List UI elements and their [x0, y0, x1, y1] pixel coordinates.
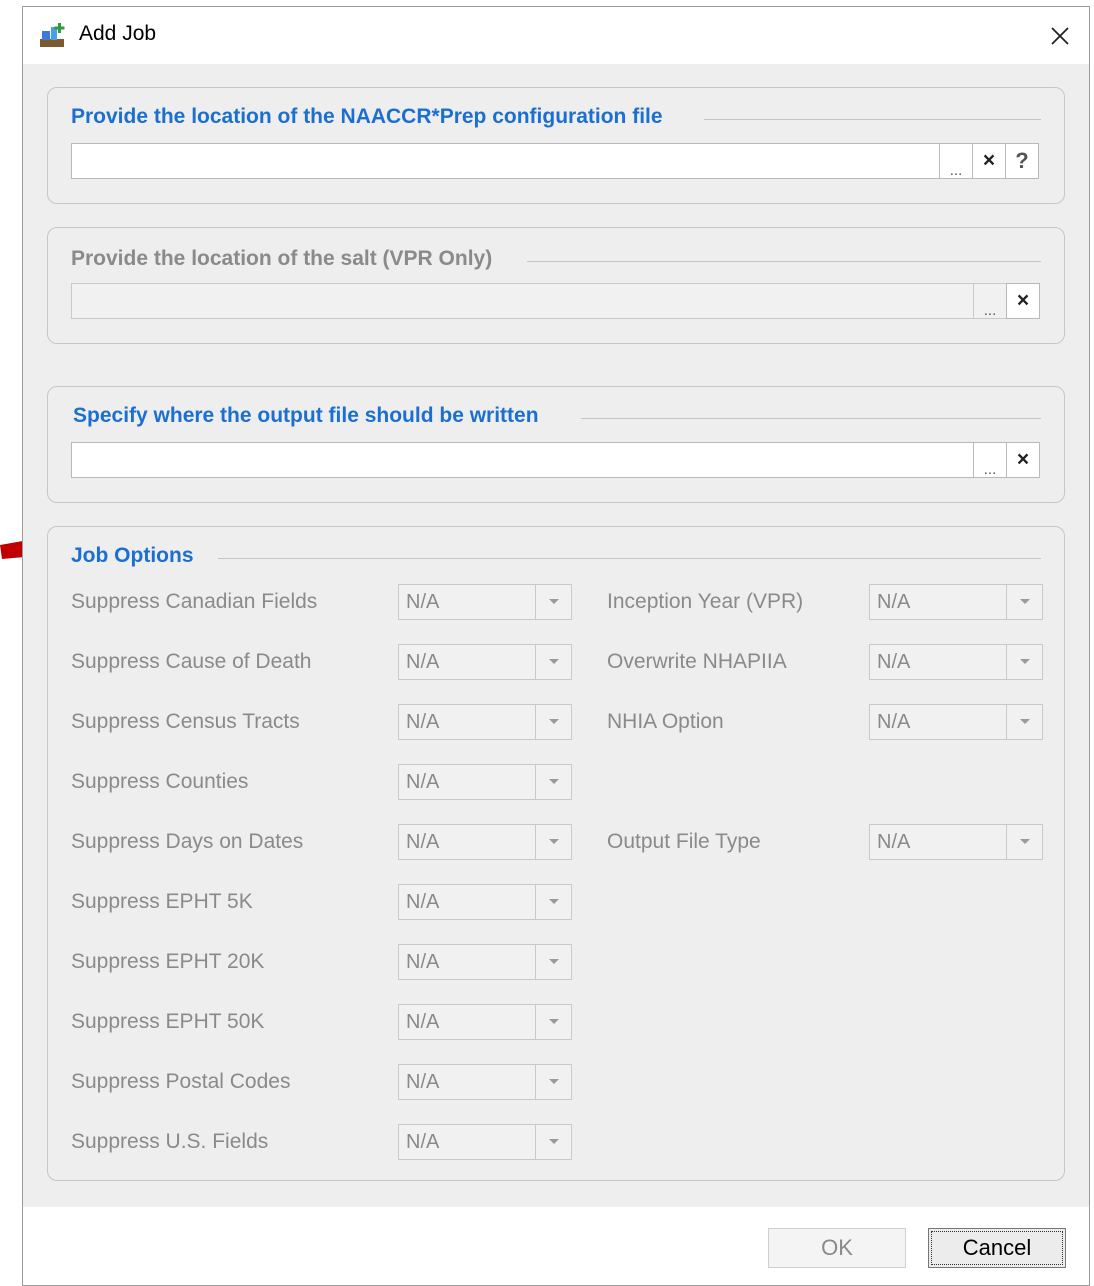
option-label: Suppress EPHT 20K — [71, 950, 265, 973]
salt-clear-button[interactable]: × — [1006, 283, 1040, 319]
option-label: Suppress Census Tracts — [71, 710, 300, 733]
add-job-icon — [40, 23, 65, 47]
overwrite-nhapiia-select[interactable]: N/A — [869, 644, 1043, 680]
close-button[interactable] — [1031, 7, 1089, 64]
chevron-down-icon — [535, 585, 571, 619]
output-file-panel: Specify where the output file should be … — [47, 386, 1065, 503]
chevron-down-icon — [535, 825, 571, 859]
option-label: Suppress EPHT 5K — [71, 890, 253, 913]
suppress-cause-of-death-select[interactable]: N/A — [398, 644, 572, 680]
suppress-days-on-dates-select[interactable]: N/A — [398, 824, 572, 860]
config-browse-button[interactable]: ... — [939, 143, 973, 179]
config-file-title: Provide the location of the NAACCR*Prep … — [71, 105, 663, 128]
config-file-panel: Provide the location of the NAACCR*Prep … — [47, 87, 1065, 204]
cancel-button[interactable]: Cancel — [928, 1228, 1066, 1268]
option-label: Inception Year (VPR) — [607, 590, 804, 613]
suppress-epht-5k-select[interactable]: N/A — [398, 884, 572, 920]
divider — [527, 261, 1041, 262]
clear-icon: × — [1016, 289, 1030, 312]
inception-year-select[interactable]: N/A — [869, 584, 1043, 620]
config-clear-button[interactable]: × — [972, 143, 1006, 179]
option-label: Suppress EPHT 50K — [71, 1010, 265, 1033]
ok-button[interactable]: OK — [768, 1228, 906, 1268]
option-label: Overwrite NHAPIIA — [607, 650, 787, 673]
help-icon: ? — [1015, 148, 1029, 173]
chevron-down-icon — [535, 645, 571, 679]
salt-title: Provide the location of the salt (VPR On… — [71, 247, 493, 270]
option-label: Output File Type — [607, 830, 761, 853]
chevron-down-icon — [535, 885, 571, 919]
salt-panel: Provide the location of the salt (VPR On… — [47, 227, 1065, 344]
nhia-option-select[interactable]: N/A — [869, 704, 1043, 740]
config-file-path-input[interactable] — [71, 143, 940, 179]
config-help-button[interactable]: ? — [1005, 143, 1039, 179]
dialog-title: Add Job — [79, 22, 157, 45]
salt-browse-button[interactable]: ... — [973, 283, 1007, 319]
title-bar: Add Job — [23, 7, 1089, 64]
chevron-down-icon — [535, 705, 571, 739]
chevron-down-icon — [1006, 645, 1042, 679]
divider — [581, 418, 1041, 419]
suppress-canadian-fields-select[interactable]: N/A — [398, 584, 572, 620]
option-label: Suppress U.S. Fields — [71, 1130, 269, 1153]
job-options-panel: Job Options Suppress Canadian Fields N/A… — [47, 526, 1065, 1181]
output-browse-button[interactable]: ... — [973, 442, 1007, 478]
suppress-us-fields-select[interactable]: N/A — [398, 1124, 572, 1160]
divider — [704, 119, 1041, 120]
chevron-down-icon — [535, 1005, 571, 1039]
chevron-down-icon — [1006, 705, 1042, 739]
chevron-down-icon — [535, 765, 571, 799]
dialog-footer: OK Cancel — [23, 1207, 1089, 1285]
output-file-path-input[interactable] — [71, 442, 974, 478]
chevron-down-icon — [535, 1065, 571, 1099]
option-label: Suppress Canadian Fields — [71, 590, 318, 613]
output-clear-button[interactable]: × — [1006, 442, 1040, 478]
salt-path-input[interactable] — [71, 283, 974, 319]
clear-icon: × — [982, 149, 996, 172]
output-file-title: Specify where the output file should be … — [73, 404, 539, 427]
option-label: NHIA Option — [607, 710, 724, 733]
suppress-epht-50k-select[interactable]: N/A — [398, 1004, 572, 1040]
job-options-title: Job Options — [71, 544, 194, 567]
chevron-down-icon — [535, 1125, 571, 1159]
option-label: Suppress Counties — [71, 770, 249, 793]
option-label: Suppress Days on Dates — [71, 830, 304, 853]
option-label: Suppress Postal Codes — [71, 1070, 291, 1093]
add-job-dialog: Add Job Provide the location of the NAAC… — [22, 6, 1090, 1286]
option-label: Suppress Cause of Death — [71, 650, 312, 673]
close-icon — [1051, 26, 1069, 45]
divider — [218, 558, 1041, 559]
chevron-down-icon — [535, 945, 571, 979]
suppress-census-tracts-select[interactable]: N/A — [398, 704, 572, 740]
suppress-epht-20k-select[interactable]: N/A — [398, 944, 572, 980]
suppress-postal-codes-select[interactable]: N/A — [398, 1064, 572, 1100]
output-file-type-select[interactable]: N/A — [869, 824, 1043, 860]
clear-icon: × — [1016, 448, 1030, 471]
chevron-down-icon — [1006, 585, 1042, 619]
suppress-counties-select[interactable]: N/A — [398, 764, 572, 800]
chevron-down-icon — [1006, 825, 1042, 859]
